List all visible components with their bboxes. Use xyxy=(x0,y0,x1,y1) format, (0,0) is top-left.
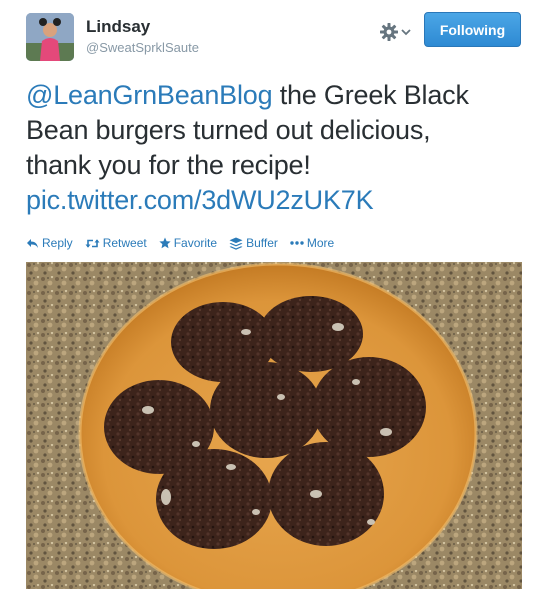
reply-label: Reply xyxy=(42,236,73,250)
more-button[interactable]: More xyxy=(290,236,334,250)
burgers-photo xyxy=(26,262,522,589)
picture-link[interactable]: pic.twitter.com/3dWU2zUK7K xyxy=(26,183,526,218)
retweet-label: Retweet xyxy=(102,236,147,250)
user-actions-menu[interactable] xyxy=(379,17,419,47)
star-icon xyxy=(159,237,171,249)
favorite-label: Favorite xyxy=(173,236,218,250)
following-button[interactable]: Following xyxy=(424,12,521,47)
tweet-photo[interactable] xyxy=(26,262,522,589)
buffer-label: Buffer xyxy=(246,236,278,250)
avatar[interactable] xyxy=(26,13,74,61)
tweet-text-line1: the Greek Black xyxy=(272,80,469,110)
chevron-down-icon xyxy=(401,29,411,36)
reply-icon xyxy=(27,238,38,248)
user-name[interactable]: Lindsay xyxy=(86,17,150,37)
reply-button[interactable]: Reply xyxy=(26,236,73,250)
retweet-icon xyxy=(85,238,100,248)
retweet-button[interactable]: Retweet xyxy=(85,236,147,250)
more-dots-icon xyxy=(290,241,304,245)
user-handle[interactable]: @SweatSprklSaute xyxy=(86,40,199,55)
mention-link[interactable]: @LeanGrnBeanBlog xyxy=(26,80,273,110)
buffer-icon xyxy=(229,237,243,250)
gear-icon xyxy=(380,23,398,41)
favorite-button[interactable]: Favorite xyxy=(159,236,217,250)
buffer-button[interactable]: Buffer xyxy=(229,236,278,250)
tweet-text: @LeanGrnBeanBlog the Greek Black Bean bu… xyxy=(26,78,526,218)
tweet-actions: Reply Retweet Favorite Buffer More xyxy=(26,234,346,252)
more-label: More xyxy=(306,236,335,250)
tweet-text-line3: thank you for the recipe! xyxy=(26,150,311,180)
tweet-text-line2: Bean burgers turned out delicious, xyxy=(26,115,431,145)
avatar-image xyxy=(26,13,74,61)
